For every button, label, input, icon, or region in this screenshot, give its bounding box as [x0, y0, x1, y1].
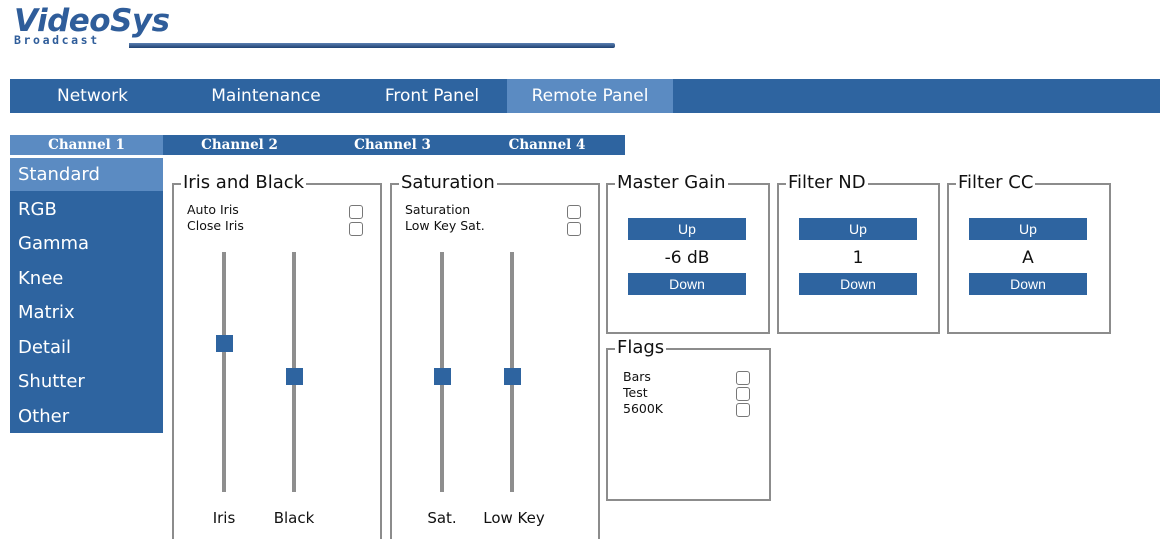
saturation-toggle-label: Saturation: [405, 202, 471, 217]
nav-network[interactable]: Network: [10, 79, 175, 113]
flag-bars-checkbox[interactable]: [736, 371, 750, 385]
iris-slider-handle[interactable]: [216, 335, 233, 352]
side-item-matrix[interactable]: Matrix: [10, 296, 163, 329]
videosys-logo: VideoSys Broadcast: [12, 4, 615, 54]
side-item-other[interactable]: Other: [10, 400, 163, 433]
nav-front-panel[interactable]: Front Panel: [357, 79, 507, 113]
iris-slider-label: Iris: [212, 509, 236, 527]
side-item-standard[interactable]: Standard: [10, 158, 163, 191]
auto-iris-label: Auto Iris: [187, 202, 239, 217]
channel-tabs: Channel 1 Channel 2 Channel 3 Channel 4: [10, 135, 625, 155]
low-key-sat-label: Low Key Sat.: [405, 218, 485, 233]
nav-maintenance[interactable]: Maintenance: [175, 79, 357, 113]
tab-channel-2[interactable]: Channel 2: [163, 135, 316, 155]
side-menu: Standard RGB Gamma Knee Matrix Detail Sh…: [10, 158, 163, 433]
black-slider-label: Black: [273, 509, 315, 527]
flag-test-label: Test: [623, 385, 648, 400]
iris-black-group: Iris and Black Auto Iris Close Iris Iris…: [172, 172, 382, 539]
logo-subtitle: Broadcast: [14, 33, 100, 47]
flag-bars-label: Bars: [623, 369, 651, 384]
logo-underline-bar: [129, 43, 615, 48]
flags-group: Flags Bars Test 5600K: [606, 337, 771, 501]
master-gain-value: -6 dB: [664, 248, 710, 268]
filter-nd-group: Filter ND Up 1 Down: [777, 172, 940, 334]
master-gain-group: Master Gain Up -6 dB Down: [606, 172, 770, 334]
filter-nd-down-button[interactable]: Down: [799, 273, 917, 295]
filter-cc-value: A: [1022, 248, 1034, 268]
low-key-sat-checkbox[interactable]: [567, 222, 581, 236]
flag-test-checkbox[interactable]: [736, 387, 750, 401]
side-item-shutter[interactable]: Shutter: [10, 365, 163, 398]
filter-cc-up-button[interactable]: Up: [969, 218, 1087, 240]
close-iris-checkbox[interactable]: [349, 222, 363, 236]
low-key-slider-handle[interactable]: [504, 368, 521, 385]
iris-slider-track[interactable]: [222, 252, 226, 492]
iris-black-title: Iris and Black: [181, 172, 307, 194]
flag-5600k-checkbox[interactable]: [736, 403, 750, 417]
side-item-detail[interactable]: Detail: [10, 331, 163, 364]
tab-channel-4[interactable]: Channel 4: [469, 135, 625, 155]
close-iris-label: Close Iris: [187, 218, 244, 233]
master-gain-up-button[interactable]: Up: [628, 218, 746, 240]
filter-nd-up-button[interactable]: Up: [799, 218, 917, 240]
side-item-knee[interactable]: Knee: [10, 262, 163, 295]
filter-cc-down-button[interactable]: Down: [969, 273, 1087, 295]
low-key-slider-label: Low Key: [483, 509, 545, 527]
main-nav: Network Maintenance Front Panel Remote P…: [10, 79, 1160, 113]
saturation-title: Saturation: [399, 172, 497, 194]
master-gain-title: Master Gain: [615, 172, 728, 194]
master-gain-down-button[interactable]: Down: [628, 273, 746, 295]
filter-cc-title: Filter CC: [956, 172, 1036, 194]
filter-nd-title: Filter ND: [786, 172, 868, 194]
saturation-checkbox[interactable]: [567, 205, 581, 219]
side-item-gamma[interactable]: Gamma: [10, 227, 163, 260]
flags-title: Flags: [615, 337, 667, 359]
saturation-group: Saturation Saturation Low Key Sat. Sat. …: [390, 172, 600, 539]
sat-slider-label: Sat.: [427, 509, 457, 527]
tab-channel-1[interactable]: Channel 1: [10, 135, 163, 155]
black-slider-handle[interactable]: [286, 368, 303, 385]
tab-channel-3[interactable]: Channel 3: [316, 135, 469, 155]
nav-remote-panel[interactable]: Remote Panel: [507, 79, 673, 113]
flag-5600k-label: 5600K: [623, 401, 664, 416]
side-item-rgb[interactable]: RGB: [10, 193, 163, 226]
filter-nd-value: 1: [852, 248, 864, 268]
filter-cc-group: Filter CC Up A Down: [947, 172, 1111, 334]
sat-slider-handle[interactable]: [434, 368, 451, 385]
auto-iris-checkbox[interactable]: [349, 205, 363, 219]
